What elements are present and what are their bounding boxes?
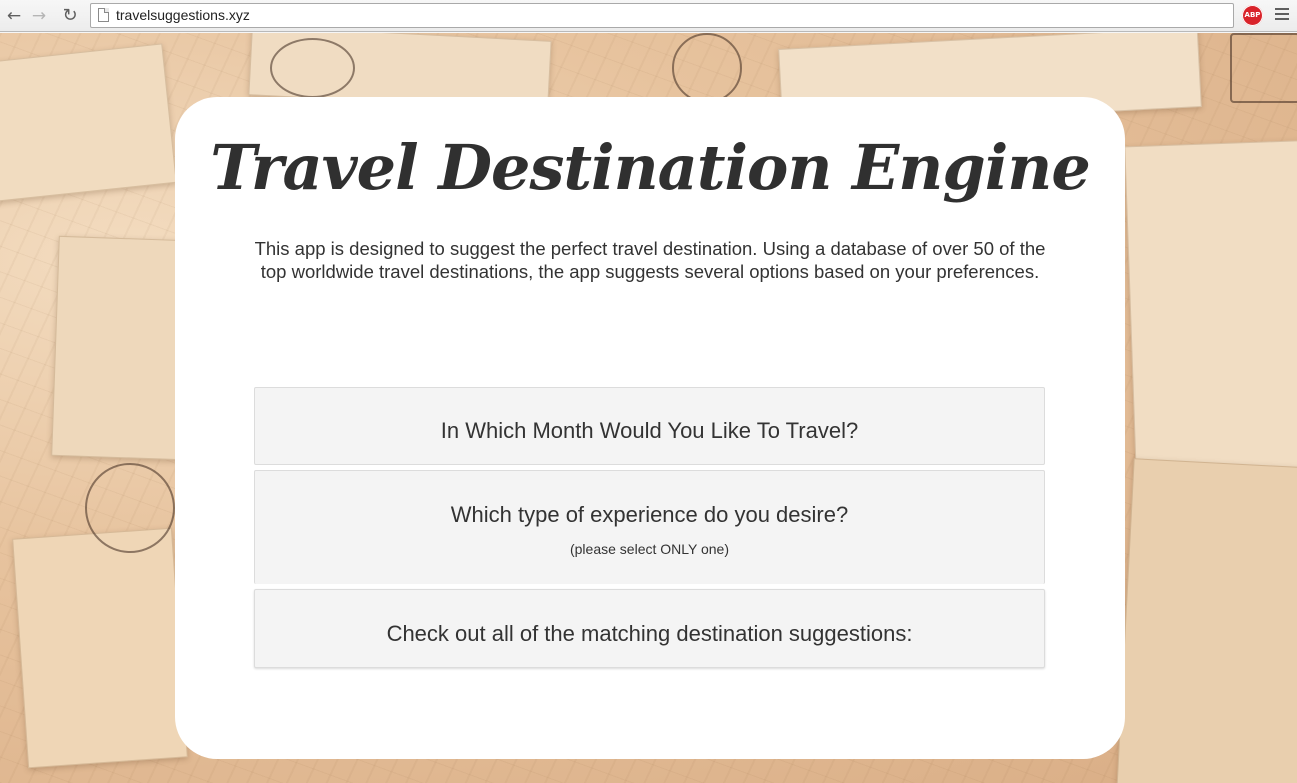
postcard-decoration [1116, 458, 1297, 783]
page-icon [98, 8, 109, 22]
postmark-decoration [672, 33, 742, 103]
address-bar[interactable]: travelsuggestions.xyz [90, 3, 1234, 28]
hamburger-menu-icon[interactable] [1275, 8, 1289, 22]
postmark-decoration [270, 38, 355, 98]
month-section[interactable]: In Which Month Would You Like To Travel? [254, 387, 1045, 465]
experience-section-heading: Which type of experience do you desire? [450, 502, 849, 527]
browser-toolbar: ← → ↻ travelsuggestions.xyz ABP [0, 0, 1297, 32]
postcard-decoration [1124, 139, 1297, 477]
postcard-decoration [51, 235, 189, 461]
experience-section[interactable]: Which type of experience do you desire? … [254, 470, 1045, 584]
results-section-heading: Check out all of the matching destinatio… [386, 621, 913, 646]
intro-text: This app is designed to suggest the perf… [254, 238, 1046, 282]
results-section[interactable]: Check out all of the matching destinatio… [254, 589, 1045, 668]
page-title: Travel Destination Engine [210, 131, 1091, 204]
postcard-decoration [12, 527, 188, 769]
url-text[interactable]: travelsuggestions.xyz [116, 7, 250, 23]
back-icon[interactable]: ← [3, 5, 25, 27]
forward-icon[interactable]: → [28, 5, 50, 27]
experience-section-note: (please select ONLY one) [569, 541, 729, 557]
postcard-decoration [0, 43, 177, 203]
postmark-decoration [1230, 33, 1297, 103]
postmark-decoration [85, 463, 175, 553]
main-panel: Travel Destination Engine This app is de… [175, 97, 1125, 759]
reload-icon[interactable]: ↻ [59, 5, 81, 27]
adblock-icon[interactable]: ABP [1242, 5, 1263, 26]
month-section-heading: In Which Month Would You Like To Travel? [440, 418, 859, 443]
